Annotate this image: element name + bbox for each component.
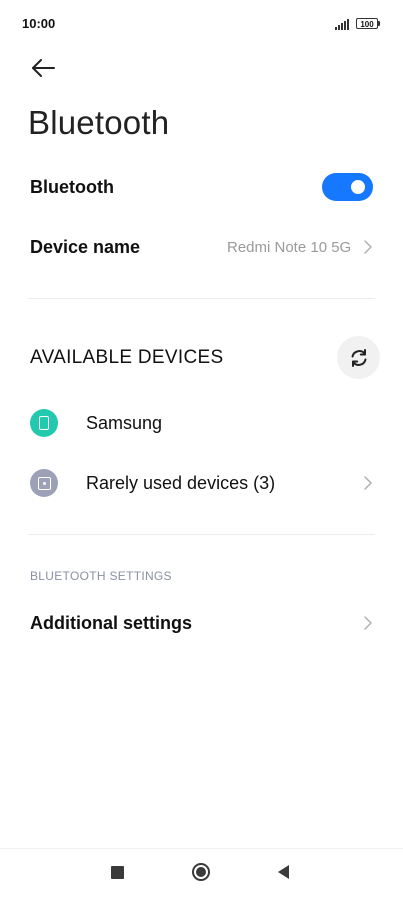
arrow-left-icon bbox=[32, 59, 55, 77]
available-devices-title: AVAILABLE DEVICES bbox=[30, 347, 224, 368]
device-name-value: Redmi Note 10 5G bbox=[227, 239, 352, 256]
additional-settings-label: Additional settings bbox=[30, 613, 192, 633]
chevron-right-icon bbox=[364, 240, 372, 254]
signal-icon bbox=[335, 18, 349, 30]
chevron-right-icon bbox=[364, 616, 372, 630]
recents-button[interactable] bbox=[111, 866, 124, 879]
page-title: Bluetooth bbox=[28, 104, 170, 141]
chevron-right-icon bbox=[364, 476, 372, 490]
battery-tip bbox=[378, 21, 380, 26]
home-button[interactable] bbox=[192, 863, 210, 881]
device-name-label: Device name bbox=[30, 237, 141, 257]
phone-icon bbox=[30, 409, 58, 437]
device-label-samsung: Samsung bbox=[86, 413, 163, 433]
bluetooth-label: Bluetooth bbox=[30, 177, 114, 197]
status-time: 10:00 bbox=[22, 16, 56, 31]
divider bbox=[28, 298, 375, 299]
device-icon bbox=[30, 469, 58, 497]
divider bbox=[28, 534, 375, 535]
list-item-samsung[interactable] bbox=[0, 400, 403, 446]
battery-icon: 100 bbox=[356, 18, 378, 29]
refresh-button[interactable] bbox=[337, 336, 380, 379]
home-icon bbox=[196, 867, 206, 877]
bluetooth-settings-header: BLUETOOTH SETTINGS bbox=[30, 569, 172, 583]
back-nav-button[interactable] bbox=[277, 864, 290, 880]
bluetooth-toggle[interactable] bbox=[322, 173, 373, 201]
refresh-icon bbox=[351, 348, 366, 367]
toggle-knob bbox=[351, 180, 365, 194]
device-label-rarely-used: Rarely used devices (3) bbox=[86, 473, 276, 493]
back-button[interactable] bbox=[28, 54, 60, 82]
